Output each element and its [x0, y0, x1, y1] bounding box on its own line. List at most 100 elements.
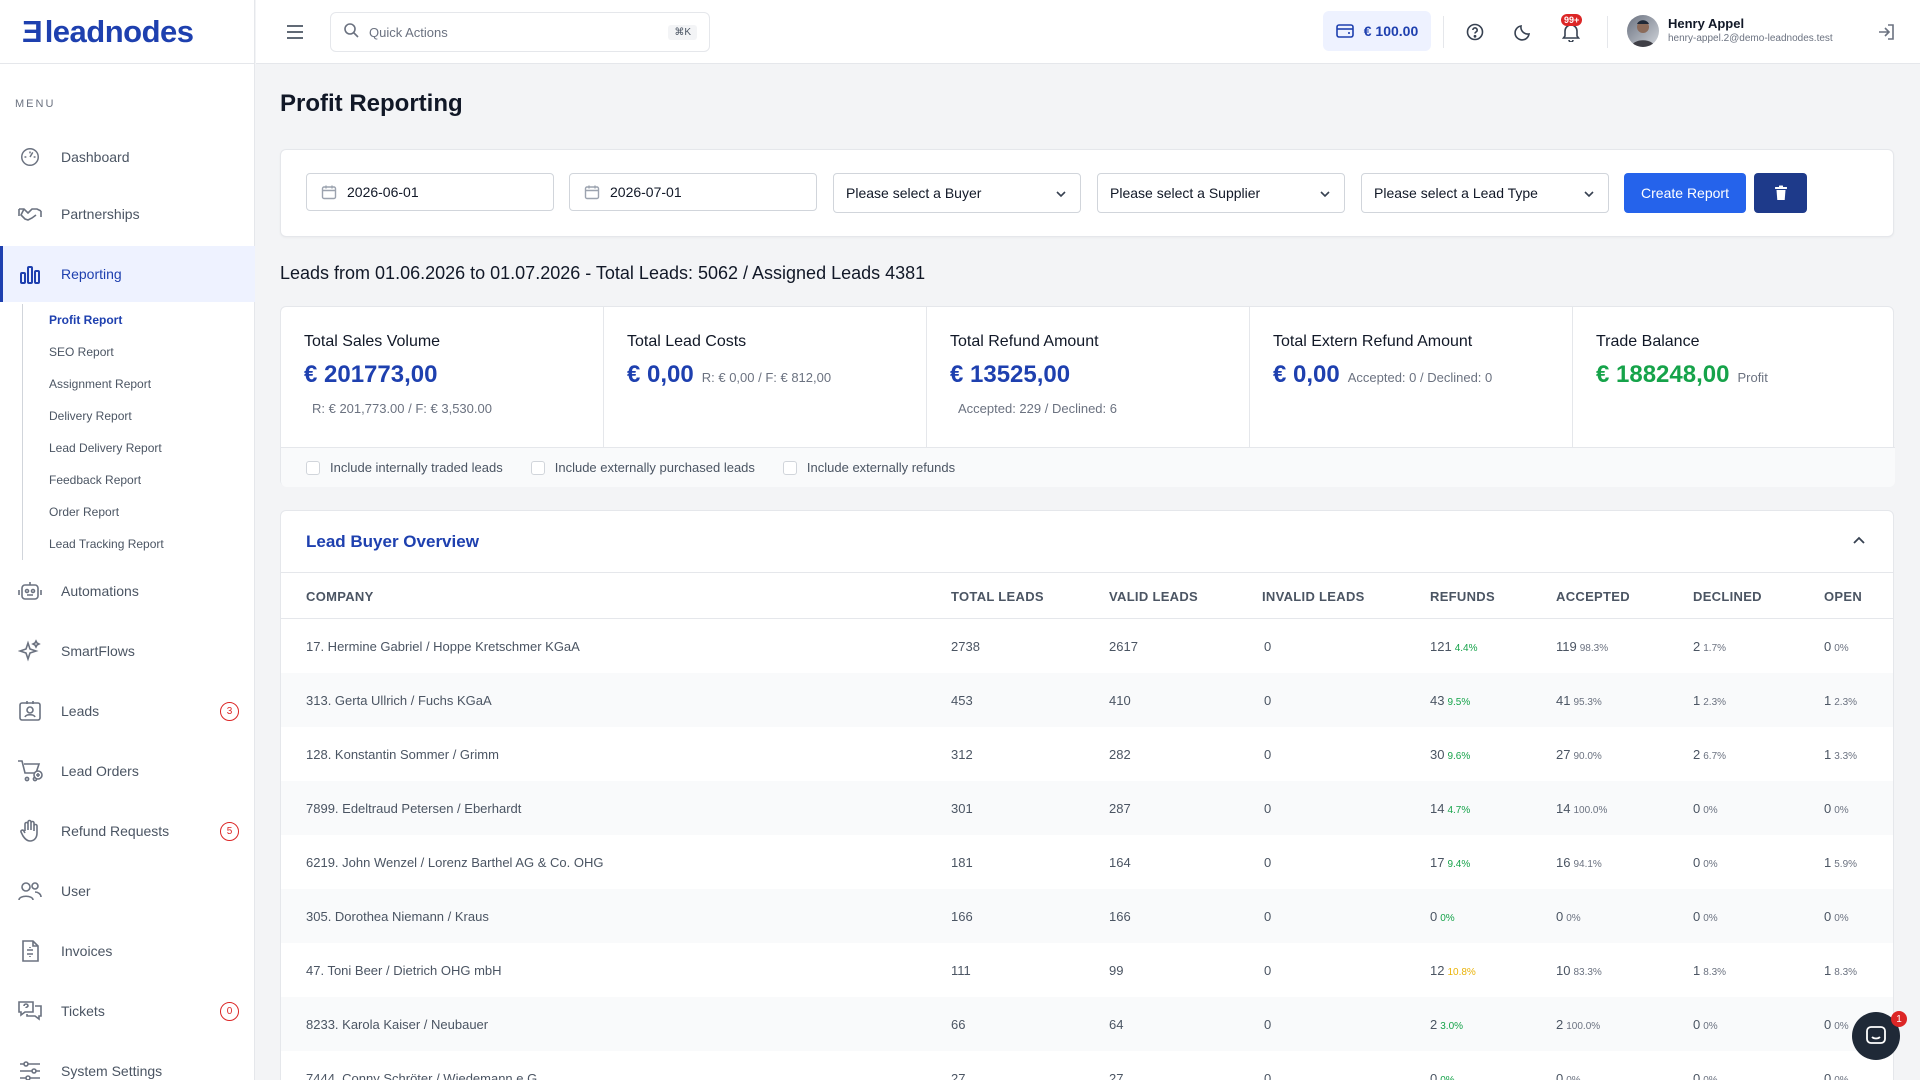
- column-header[interactable]: DECLINED: [1693, 589, 1762, 604]
- user-name: Henry Appel: [1668, 16, 1745, 31]
- sliders-icon: [16, 1057, 44, 1080]
- supplier-select[interactable]: Please select a Supplier: [1097, 173, 1345, 213]
- cell-percentage: 2.3%: [1834, 697, 1858, 708]
- table-cell-declined: 2 6.7%: [1693, 747, 1726, 762]
- buyer-select-placeholder: Please select a Buyer: [846, 185, 982, 201]
- include-external-refunds-checkbox[interactable]: Include externally refunds: [782, 460, 955, 475]
- table-row[interactable]: 7899. Edeltraud Petersen / Eberhardt 301 2…: [281, 781, 1893, 835]
- lead-type-select[interactable]: Please select a Lead Type: [1361, 173, 1609, 213]
- stat-inline: Profit: [1737, 370, 1768, 385]
- sidebar-item-label: System Settings: [61, 1063, 163, 1079]
- cell-percentage: 0%: [1703, 859, 1718, 870]
- table-cell-invalid: 0: [1264, 909, 1271, 924]
- subnav-item-delivery-report[interactable]: Delivery Report: [23, 400, 252, 432]
- subnav-item-assignment-report[interactable]: Assignment Report: [23, 368, 252, 400]
- cell-percentage: 1.7%: [1703, 643, 1727, 654]
- avatar[interactable]: [1627, 15, 1659, 47]
- date-from-input[interactable]: 2026-06-01: [306, 173, 554, 211]
- sidebar-item-label: Automations: [61, 583, 139, 599]
- column-header[interactable]: ACCEPTED: [1556, 589, 1630, 604]
- table-cell-open: 00%: [1824, 639, 1849, 654]
- robot-icon: [16, 577, 44, 605]
- checkbox-box[interactable]: [306, 460, 320, 475]
- cell-value: 166: [951, 909, 973, 924]
- cell-value: 0: [1693, 801, 1701, 816]
- checkbox-box[interactable]: [782, 460, 797, 475]
- sidebar-item-label: SmartFlows: [61, 643, 135, 659]
- column-header[interactable]: REFUNDS: [1430, 589, 1495, 604]
- logout-icon[interactable]: [1876, 22, 1896, 42]
- cell-value: 0: [1264, 963, 1272, 978]
- stat-total-lead-costs: Total Lead Costs € 0,00 R: € 0,00 / F: €…: [604, 307, 927, 447]
- table-row[interactable]: 305. Dorothea Niemann / Kraus 166 166 0 0 0% 0…: [281, 889, 1893, 943]
- cell-value: 16: [1556, 855, 1571, 870]
- sidebar-item-partnerships[interactable]: Partnerships: [0, 186, 255, 242]
- cell-value: 0: [1264, 1071, 1272, 1080]
- table-cell-invalid: 0: [1264, 1071, 1271, 1080]
- stat-label: Total Lead Costs: [627, 333, 747, 350]
- sidebar-item-refund-requests[interactable]: Refund Requests 5: [0, 803, 255, 859]
- column-header[interactable]: TOTAL LEADS: [951, 589, 1044, 604]
- stat-value: € 0,00: [1273, 361, 1340, 388]
- cell-value: 164: [1109, 855, 1131, 870]
- table-row[interactable]: 47. Toni Beer / Dietrich OHG mbH 111 99 0 12…: [281, 943, 1893, 997]
- chevron-up-icon[interactable]: [1851, 533, 1867, 549]
- balance-amount: € 100.00: [1363, 23, 1419, 39]
- subnav-item-lead-delivery-report[interactable]: Lead Delivery Report: [23, 432, 252, 464]
- sidebar-item-reporting[interactable]: Reporting: [0, 246, 255, 302]
- table-cell-total: 111: [951, 963, 971, 978]
- create-report-button[interactable]: Create Report: [1624, 173, 1746, 213]
- sidebar-item-lead-orders[interactable]: Lead Orders: [0, 743, 255, 799]
- sidebar-item-tickets[interactable]: Tickets 0: [0, 983, 255, 1039]
- table-row[interactable]: 128. Konstantin Sommer / Grimm 312 282 0 30 9…: [281, 727, 1893, 781]
- cell-value: 6219. John Wenzel / Lorenz Barthel AG & …: [306, 855, 604, 870]
- cell-value: 2: [1430, 1017, 1438, 1032]
- invoice-icon: [16, 937, 44, 965]
- include-external-purchased-checkbox[interactable]: Include externally purchased leads: [530, 460, 755, 475]
- subnav-item-profit-report[interactable]: Profit Report: [23, 304, 252, 336]
- table-row[interactable]: 6219. John Wenzel / Lorenz Barthel AG & …: [281, 835, 1893, 889]
- subnav-item-order-report[interactable]: Order Report: [23, 496, 252, 528]
- column-header[interactable]: INVALID LEADS: [1262, 589, 1365, 604]
- sparkles-icon: [16, 637, 44, 665]
- sidebar-item-leads[interactable]: Leads 3: [0, 683, 255, 739]
- top-bar: Quick Actions ⌘K € 100.00 99+ Henry Appe…: [256, 0, 1920, 64]
- hamburger-menu-icon[interactable]: [286, 22, 304, 42]
- sidebar-item-invoices[interactable]: Invoices: [0, 923, 255, 979]
- logo[interactable]: Ǝ leadnodes: [0, 0, 254, 64]
- sidebar-item-smartflows[interactable]: SmartFlows: [0, 623, 255, 679]
- quick-actions-search[interactable]: Quick Actions ⌘K: [330, 12, 710, 52]
- refund-requests-count-badge: 5: [220, 821, 239, 841]
- include-internal-checkbox[interactable]: Include internally traded leads: [306, 460, 503, 475]
- cell-percentage: 4.7%: [1447, 805, 1471, 816]
- table-row[interactable]: 8233. Karola Kaiser / Neubauer 66 64 0 2 3.0%…: [281, 997, 1893, 1051]
- sidebar-item-system-settings[interactable]: System Settings: [0, 1043, 255, 1080]
- column-header[interactable]: OPEN: [1824, 589, 1862, 604]
- subnav-item-lead-tracking-report[interactable]: Lead Tracking Report: [23, 528, 252, 560]
- cell-value: 2: [1556, 1017, 1564, 1032]
- subnav-item-feedback-report[interactable]: Feedback Report: [23, 464, 252, 496]
- table-cell-accepted: 10 83.3%: [1556, 963, 1602, 978]
- balance-button[interactable]: € 100.00: [1323, 11, 1431, 51]
- table-row[interactable]: 313. Gerta Ullrich / Fuchs KGaA 453 410 0 43…: [281, 673, 1893, 727]
- column-header[interactable]: COMPANY: [306, 589, 374, 604]
- sidebar-item-dashboard[interactable]: Dashboard: [0, 129, 255, 185]
- help-icon[interactable]: [1463, 20, 1487, 44]
- subnav-item-seo-report[interactable]: SEO Report: [23, 336, 252, 368]
- table-row[interactable]: 7444. Conny Schröter / Wiedemann e.G. 27 2…: [281, 1051, 1893, 1080]
- date-to-input[interactable]: 2026-07-01: [569, 173, 817, 211]
- column-header[interactable]: VALID LEADS: [1109, 589, 1198, 604]
- table-cell-open: 00%: [1824, 801, 1849, 816]
- cell-value: 0: [1264, 639, 1272, 654]
- overview-header[interactable]: Lead Buyer Overview: [281, 511, 1893, 573]
- table-cell-total: 181: [951, 855, 973, 870]
- table-row[interactable]: 17. Hermine Gabriel / Hoppe Kretschmer K…: [281, 619, 1893, 673]
- checkbox-box[interactable]: [530, 460, 545, 475]
- buyer-select[interactable]: Please select a Buyer: [833, 173, 1081, 213]
- dark-mode-moon-icon[interactable]: [1511, 20, 1535, 44]
- delete-filters-button[interactable]: [1754, 173, 1807, 213]
- sidebar-item-automations[interactable]: Automations: [0, 563, 255, 619]
- sidebar-item-user[interactable]: User: [0, 863, 255, 919]
- header-divider: [1443, 16, 1444, 48]
- stat-label: Total Sales Volume: [304, 333, 441, 350]
